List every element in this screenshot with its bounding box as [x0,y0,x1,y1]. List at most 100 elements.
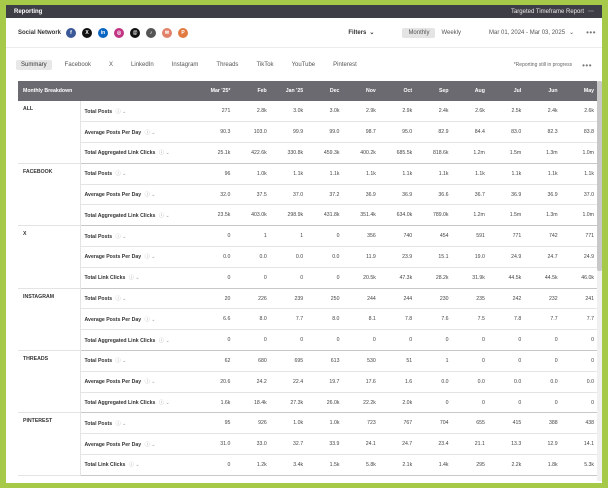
table-cell: 19.7 [309,371,346,393]
metric-label[interactable]: Total Aggregated Link Clicks ⓘ ⌄ [80,329,201,352]
header-month: Aug [474,88,485,94]
metric-label[interactable]: Average Posts Per Day ⓘ ⌄ [80,308,201,331]
chevron-down-icon[interactable]: ⓘ ⌄ [114,296,127,302]
metric-label[interactable]: Total Posts ⓘ ⌄ [80,412,201,435]
table-cell: 36.9 [527,184,564,206]
chevron-down-icon[interactable]: ⓘ ⌄ [143,130,156,136]
metric-label[interactable]: Total Posts ⓘ ⌄ [80,225,201,248]
metric-label[interactable]: Total Posts ⓘ ⌄ [80,101,201,123]
table-cell: 0 [490,329,528,352]
table-row: Average Posts Per Day ⓘ ⌄ 31.0 33.0 32.7 33.… [18,433,600,456]
table-cell: 235 [454,288,491,310]
table-cell: 232 [527,288,564,310]
metric-label[interactable]: Average Posts Per Day ⓘ ⌄ [80,184,201,206]
chevron-down-icon[interactable]: ⓘ ⌄ [157,213,170,219]
table-cell: 24.7 [381,433,419,456]
tab-linkedin[interactable]: LinkedIn [126,60,159,70]
table-cell: 0 [200,267,237,289]
report-menu-label: Targeted Timeframe Report [510,8,584,15]
header-month: Nov [366,88,376,94]
threads-icon[interactable]: @ [130,27,141,38]
table-cell: 2.6k [563,101,600,123]
chevron-down-icon[interactable]: ⓘ ⌄ [114,358,127,364]
chevron-down-icon[interactable]: ⓘ ⌄ [114,171,127,177]
x-icon[interactable]: X [82,27,93,38]
tab-youtube[interactable]: YouTube [287,60,321,70]
metric-label[interactable]: Total Posts ⓘ ⌄ [80,350,201,372]
table-cell: 0 [345,329,382,352]
chevron-down-icon[interactable]: ⓘ ⌄ [143,192,156,198]
tab-facebook[interactable]: Facebook [60,60,96,70]
date-range-picker[interactable]: Mar 01, 2024 - Mar 03, 2025 ⌄ [489,29,574,37]
metric-label[interactable]: Total Aggregated Link Clicks ⓘ ⌄ [80,142,201,164]
more-options-icon[interactable]: ••• [586,28,596,37]
metric-label[interactable]: Average Posts Per Day ⓘ ⌄ [80,371,201,393]
table-cell: 3.0k [272,101,310,123]
chevron-down-icon[interactable]: ⓘ ⌄ [157,400,170,406]
vertical-scrollbar[interactable] [597,81,602,481]
facebook-icon[interactable]: f [66,27,77,38]
table-cell: 31.0 [200,433,237,456]
table-cell: 36.7 [454,184,491,206]
metric-name: Total Link Clicks [84,462,126,469]
report-menu[interactable]: Targeted Timeframe Report ⋯ [510,8,594,16]
chevron-down-icon[interactable]: ⓘ ⌄ [127,275,140,281]
table-cell: 44.5k [490,267,528,289]
email-icon[interactable]: ✉ [162,27,173,38]
linkedin-icon[interactable]: in [98,27,109,38]
table-cell: 1.1k [345,163,382,185]
metric-label[interactable]: Average Posts Per Day ⓘ ⌄ [80,121,201,144]
chevron-down-icon[interactable]: ⓘ ⌄ [114,109,127,115]
tab-pinterest[interactable]: Pinterest [328,60,362,70]
tab-tiktok[interactable]: TikTok [251,60,278,70]
tab-threads[interactable]: Threads [211,60,243,70]
chevron-down-icon[interactable]: ⓘ ⌄ [114,421,127,427]
metric-label[interactable]: Total Posts ⓘ ⌄ [80,288,201,310]
table-cell: 0 [527,392,564,414]
metric-label[interactable]: Total Link Clicks ⓘ ⌄ [80,267,201,289]
table-cell: 1.8k [527,454,564,476]
metric-label[interactable]: Total Posts ⓘ ⌄ [80,163,201,185]
table-cell: 22.4 [272,371,310,393]
chevron-down-icon[interactable]: ⓘ ⌄ [143,379,156,385]
chevron-down-icon: ⌄ [369,30,375,36]
metric-name: Total Posts [84,296,113,303]
metric-label[interactable]: Average Posts Per Day ⓘ ⌄ [80,246,201,268]
tab-instagram[interactable]: Instagram [167,60,204,70]
chevron-down-icon[interactable]: ⓘ ⌄ [157,338,170,344]
metric-label[interactable]: Total Aggregated Link Clicks ⓘ ⌄ [80,392,201,414]
table-cell: 26.0k [309,392,346,414]
table-cell: 37.0 [563,184,600,206]
chevron-down-icon[interactable]: ⓘ ⌄ [127,462,140,468]
chevron-down-icon[interactable]: ⓘ ⌄ [143,254,156,260]
chevron-down-icon[interactable]: ⓘ ⌄ [143,442,156,448]
chevron-down-icon[interactable]: ⓘ ⌄ [114,234,127,240]
table-cell: 789.0k [418,204,455,227]
menu-dots-icon[interactable]: ⋯ [588,8,594,15]
metric-label[interactable]: Total Aggregated Link Clicks ⓘ ⌄ [80,204,201,227]
monthly-button[interactable]: Monthly [402,27,436,38]
chevron-down-icon[interactable]: ⓘ ⌄ [157,150,170,156]
table-cell: 0.0 [490,371,528,393]
table-cell: 0 [272,267,310,289]
tab-summary[interactable]: Summary [16,60,52,70]
table-cell: 7.8 [381,308,419,331]
instagram-icon[interactable]: ◎ [114,27,125,38]
pinterest-icon[interactable]: P [178,27,189,38]
more-options-icon[interactable]: ••• [582,61,592,70]
table-cell: 24.9 [563,246,600,268]
weekly-button[interactable]: Weekly [435,28,467,38]
tab-x[interactable]: X [104,60,118,70]
header-month: Jul [513,88,522,94]
chevron-down-icon[interactable]: ⓘ ⌄ [143,317,156,323]
metric-label[interactable]: Total Link Clicks ⓘ ⌄ [80,454,201,476]
table-cell: 239 [272,288,310,310]
tiktok-icon[interactable]: ♪ [146,27,157,38]
scrollbar-thumb[interactable] [597,81,602,271]
metric-label[interactable]: Average Posts Per Day ⓘ ⌄ [80,433,201,456]
table-cell: 1.6 [381,371,419,393]
table-cell: 1.5m [490,204,528,227]
table-cell: 7.7 [527,308,564,331]
filters-dropdown[interactable]: Filters ⌄ [348,29,375,37]
table-cell: 0.0 [418,371,455,393]
